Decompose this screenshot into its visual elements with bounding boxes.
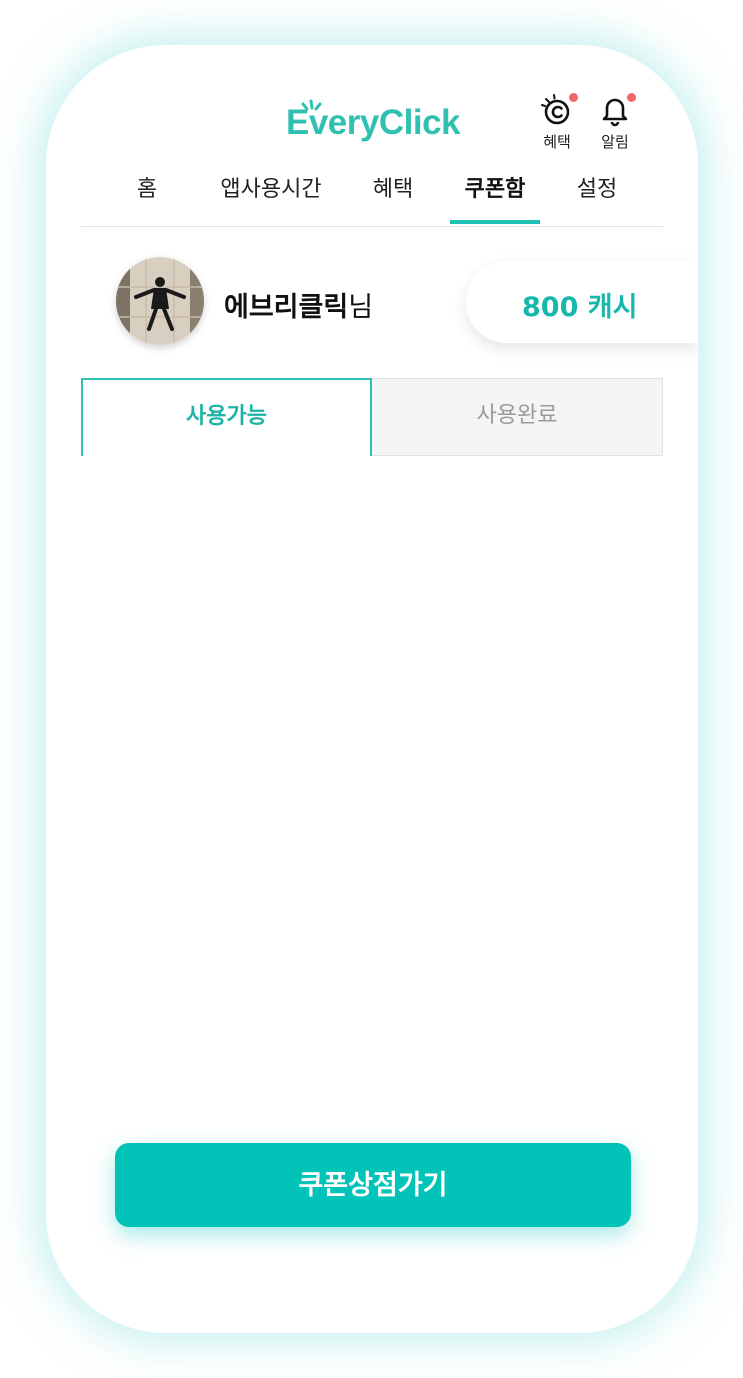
coupon-status-tabs: 사용가능 사용완료 (81, 378, 663, 456)
tab-available-coupons[interactable]: 사용가능 (81, 378, 372, 456)
username: 에브리클릭님 (224, 285, 373, 324)
tab-home[interactable]: 홈 (127, 175, 167, 227)
benefit-button[interactable]: 혜택 (532, 93, 582, 152)
tab-settings[interactable]: 설정 (567, 175, 627, 227)
username-suffix: 님 (348, 292, 374, 323)
notification-button[interactable]: 알림 (590, 93, 640, 152)
notification-badge (627, 93, 636, 102)
username-value: 에브리클릭 (224, 292, 349, 323)
avatar-image (116, 257, 204, 345)
tab-app-usage-time[interactable]: 앱사용시간 (211, 175, 331, 227)
tab-used-coupons[interactable]: 사용완료 (372, 378, 663, 456)
app-header: EveryClick 혜택 알림 (46, 45, 698, 175)
avatar[interactable] (116, 257, 204, 345)
benefit-label: 혜택 (543, 133, 571, 151)
app-logo[interactable]: EveryClick (286, 103, 461, 143)
cash-balance-pill[interactable]: 800 캐시 (466, 261, 698, 343)
go-to-coupon-store-button[interactable]: 쿠폰상점가기 (115, 1143, 631, 1227)
tab-benefits[interactable]: 혜택 (363, 175, 423, 227)
active-tab-indicator (450, 220, 540, 224)
cash-balance: 800 캐시 (522, 292, 638, 323)
profile-row: 에브리클릭님 800 캐시 (46, 257, 698, 347)
main-nav-tabs: 홈 앱사용시간 혜택 쿠폰함 설정 (81, 175, 663, 227)
phone-frame: EveryClick 혜택 알림 홈 앱사용시간 혜택 쿠폰함 설정 에브리클릭… (46, 45, 698, 1333)
notification-label: 알림 (601, 133, 629, 151)
benefit-badge (569, 93, 578, 102)
